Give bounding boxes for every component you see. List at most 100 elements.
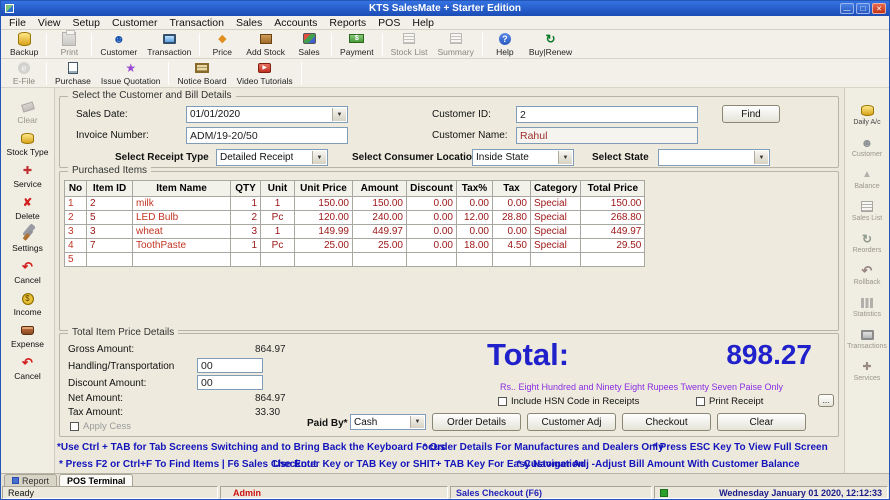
menu-item-view[interactable]: View	[32, 17, 67, 29]
find-button[interactable]: Find	[722, 105, 780, 123]
toolbar-purchase-button[interactable]: Purchase	[50, 60, 96, 87]
dropdown-arrow-icon[interactable]	[754, 151, 768, 164]
customer-adj-button[interactable]: Customer Adj	[527, 413, 616, 431]
sidebar-item-sales-list[interactable]: Sales List	[845, 200, 889, 222]
customer-person-icon	[861, 136, 874, 149]
toolbar-issue-quotation-button[interactable]: Issue Quotation	[96, 60, 166, 87]
dropdown-arrow-icon[interactable]	[410, 416, 424, 428]
toolbar-efile-button[interactable]: E-File	[5, 60, 43, 87]
table-row[interactable]: 5	[64, 252, 646, 267]
minimize-button[interactable]	[840, 3, 854, 14]
sidebar-item-transactions[interactable]: Transactions	[845, 328, 889, 350]
tax-amount-value: 33.30	[255, 407, 281, 418]
menu-item-customer[interactable]: Customer	[106, 17, 164, 29]
table-cell	[456, 252, 493, 267]
sidebar-item-income[interactable]: Income	[1, 292, 54, 317]
table-row[interactable]: 3 3 wheat 3 1 149.99 449.97 0.00 0.00 0.00 Special…	[64, 224, 646, 239]
sidebar-item-balance[interactable]: Balance	[845, 168, 889, 190]
toolbar-stock-list-button[interactable]: Stock List	[386, 31, 433, 58]
clear-button[interactable]: Clear	[717, 413, 806, 431]
bottom-tab-bar: Report POS Terminal	[1, 473, 889, 486]
status-mode: Sales Checkout (F6)	[450, 486, 652, 499]
sidebar-item-cancel-2[interactable]: Cancel	[1, 356, 54, 381]
sidebar-service-label: Service	[13, 179, 42, 189]
sidebar-item-customer-right[interactable]: Customer	[845, 136, 889, 158]
discount-input[interactable]	[197, 375, 263, 390]
main-area: Clear Stock Type Service Delete Settings…	[1, 88, 889, 473]
include-hsn-checkbox[interactable]	[498, 397, 507, 406]
column-header: Amount	[352, 180, 407, 197]
print-receipt-checkbox-row: Print Receipt	[696, 396, 763, 407]
table-cell	[352, 252, 407, 267]
toolbar-payment-button[interactable]: Payment	[335, 31, 379, 58]
menu-item-setup[interactable]: Setup	[67, 17, 106, 29]
sales-date-combo[interactable]: 01/01/2020	[186, 106, 348, 123]
dropdown-arrow-icon[interactable]	[312, 151, 326, 164]
toolbar-transaction-button[interactable]: Transaction	[142, 31, 196, 58]
sidebar-item-cancel[interactable]: Cancel	[1, 260, 54, 285]
menu-item-accounts[interactable]: Accounts	[268, 17, 323, 29]
sidebar-item-daily-ac[interactable]: Daily A/c	[845, 104, 889, 126]
toolbar-summary-button[interactable]: Summary	[432, 31, 478, 58]
toolbar-print-label: Print	[60, 46, 79, 57]
totals-group-title: Total Item Price Details	[68, 327, 179, 338]
clear-label: Clear	[749, 416, 774, 428]
table-row[interactable]: 2 5 LED Bulb 2 Pc 120.00 240.00 0.00 12.00 28.80 S…	[64, 210, 646, 225]
toolbar-add-stock-button[interactable]: Add Stock	[241, 31, 290, 58]
receipt-type-combo[interactable]: Detailed Receipt	[216, 149, 328, 166]
menu-item-reports[interactable]: Reports	[323, 17, 372, 29]
select-state-combo[interactable]	[658, 149, 770, 166]
toolbar-backup-label: Backup	[10, 46, 39, 57]
toolbar-notice-board-button[interactable]: Notice Board	[172, 60, 231, 87]
tab-report[interactable]: Report	[4, 474, 58, 486]
menu-item-pos[interactable]: POS	[372, 17, 406, 29]
toolbar-sales-button[interactable]: Sales	[290, 31, 328, 58]
maximize-button[interactable]	[856, 3, 870, 14]
table-row[interactable]: 4 7 ToothPaste 1 Pc 25.00 25.00 0.00 18.00 4.50 Sp…	[64, 238, 646, 253]
toolbar-video-tutorials-button[interactable]: Video Tutorials	[232, 60, 298, 87]
invoice-number-input[interactable]	[186, 127, 348, 144]
toolbar-buy-renew-button[interactable]: Buy|Renew	[524, 31, 577, 58]
tab-pos-terminal[interactable]: POS Terminal	[59, 474, 134, 486]
print-receipt-checkbox[interactable]	[696, 397, 705, 406]
sidebar-item-statistics[interactable]: Statistics	[845, 296, 889, 318]
sidebar-cancel-label: Cancel	[14, 275, 41, 285]
sidebar-item-delete[interactable]: Delete	[1, 196, 54, 221]
order-details-button[interactable]: Order Details	[432, 413, 521, 431]
reorders-refresh-icon	[862, 232, 872, 245]
handling-input[interactable]	[197, 358, 263, 373]
toolbar-print-button[interactable]: Print	[50, 29, 88, 58]
menu-item-file[interactable]: File	[3, 17, 32, 29]
bill-details-group-title: Select the Customer and Bill Details	[68, 90, 236, 101]
sidebar-item-service[interactable]: Service	[1, 164, 54, 189]
apply-cess-checkbox[interactable]	[70, 422, 79, 431]
customer-id-input[interactable]	[516, 106, 698, 123]
sidebar-item-reorders[interactable]: Reorders	[845, 232, 889, 254]
toolbar-backup-button[interactable]: Backup	[5, 31, 43, 58]
more-options-button[interactable]: ...	[818, 394, 834, 407]
menu-item-help[interactable]: Help	[406, 17, 440, 29]
menu-item-sales[interactable]: Sales	[230, 17, 268, 29]
column-header: No	[64, 180, 87, 197]
toolbar-price-button[interactable]: Price	[203, 31, 241, 58]
close-button[interactable]	[872, 3, 886, 14]
sidebar-item-clear[interactable]: Clear	[1, 100, 54, 125]
consumer-location-combo[interactable]: Inside State	[472, 149, 574, 166]
sidebar-item-rollback[interactable]: Rollback	[845, 264, 889, 286]
sidebar-item-services[interactable]: Services	[845, 360, 889, 382]
table-cell: wheat	[132, 224, 231, 239]
toolbar-help-button[interactable]: Help	[486, 31, 524, 58]
dropdown-arrow-icon[interactable]	[558, 151, 572, 164]
table-row[interactable]: 1 2 milk 1 1 150.00 150.00 0.00 0.00 0.00 Special 1…	[64, 196, 646, 211]
sidebar-item-expense[interactable]: Expense	[1, 324, 54, 349]
sidebar-statistics-label: Statistics	[852, 311, 881, 318]
sidebar-item-stock-type[interactable]: Stock Type	[1, 132, 54, 157]
checkout-button[interactable]: Checkout	[622, 413, 711, 431]
sidebar-item-settings[interactable]: Settings	[1, 228, 54, 253]
menu-item-transaction[interactable]: Transaction	[163, 17, 229, 29]
tab-pos-terminal-label: POS Terminal	[67, 475, 126, 486]
dropdown-arrow-icon[interactable]	[332, 108, 346, 121]
paid-by-combo[interactable]: Cash	[350, 414, 426, 430]
order-details-label: Order Details	[447, 416, 506, 428]
toolbar-customer-button[interactable]: Customer	[95, 31, 142, 58]
